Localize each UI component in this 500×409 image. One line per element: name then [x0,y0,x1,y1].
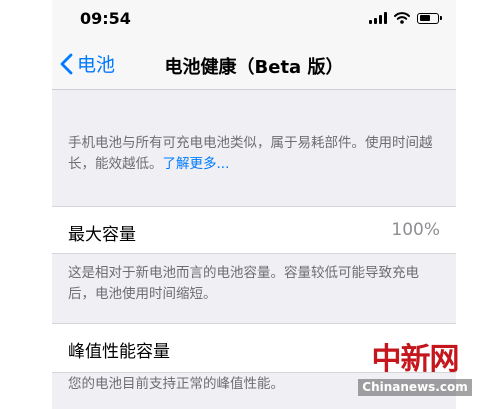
peak-performance-label: 峰值性能容量 [68,342,170,362]
phone-screen: 09:54 电池 电池健康（Beta 版） 手机电池与所有可充电电池类似，属于易… [52,0,456,409]
navigation-bar: 电池 电池健康（Beta 版） [52,40,456,90]
max-capacity-label: 最大容量 [68,225,136,245]
peak-performance-description: 您的电池目前支持正常的峰值性能。 [68,376,284,392]
status-icons [369,12,442,24]
wifi-icon [394,12,410,24]
max-capacity-value: 100% [391,220,440,240]
max-capacity-description: 这是相对于新电池而言的电池容量。容量较低可能导致充电后，电池使用时间缩短。 [68,265,419,302]
intro-description: 手机电池与所有可充电电池类似，属于易耗部件。使用时间越长，能效越低。 [68,135,433,172]
peak-performance-row: 峰值性能容量 [52,323,456,373]
status-bar: 09:54 [52,0,456,40]
intro-text: 手机电池与所有可充电电池类似，属于易耗部件。使用时间越长，能效越低。了解更多..… [52,133,456,175]
battery-icon [417,12,442,24]
learn-more-link[interactable]: 了解更多... [163,156,230,172]
status-time: 09:54 [80,9,131,28]
max-capacity-row: 最大容量 100% [52,206,456,254]
page-title: 电池健康（Beta 版） [164,57,344,78]
signal-icon [369,12,387,24]
